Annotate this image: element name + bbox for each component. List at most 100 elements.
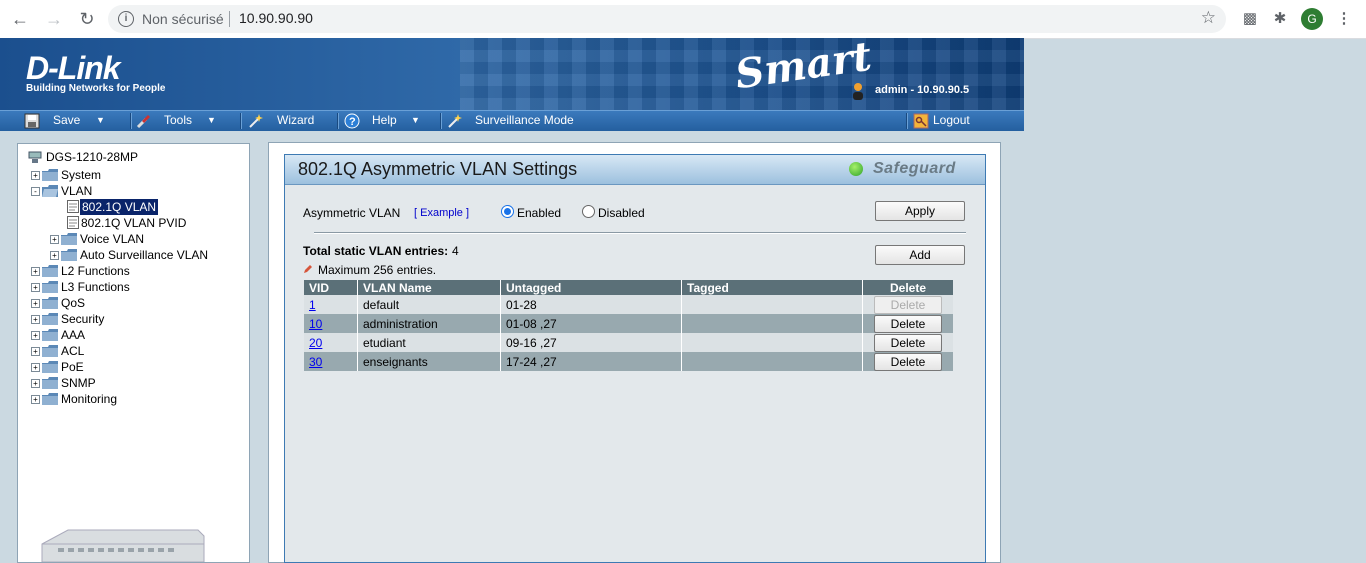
chevron-down-icon: ▼ <box>207 115 216 125</box>
tree-item-label: 802.1Q VLAN <box>80 199 159 215</box>
delete-button[interactable]: Delete <box>874 314 942 333</box>
main-menubar: Save ▼ Tools ▼ Wizard ? Help ▼ Surveilla… <box>0 110 1024 131</box>
expand-plus-icon[interactable]: + <box>31 379 40 388</box>
column-header-tagged: Tagged <box>681 280 863 295</box>
delete-button[interactable]: Delete <box>874 352 942 371</box>
menu-divider <box>337 113 339 129</box>
vid-link[interactable]: 1 <box>309 298 316 312</box>
expand-plus-icon[interactable]: + <box>31 171 40 180</box>
save-label: Save <box>53 113 81 127</box>
untagged-cell: 01-28 <box>500 295 682 314</box>
folder-icon <box>42 313 58 325</box>
tagged-cell <box>681 352 863 371</box>
reload-icon[interactable]: ↻ <box>76 8 98 30</box>
table-row: 10 administration 01-08 ,27 Delete <box>304 314 953 333</box>
surveillance-mode-menu[interactable]: Surveillance Mode <box>446 111 586 131</box>
forward-arrow-icon[interactable]: → <box>43 8 65 30</box>
folder-icon <box>61 233 77 245</box>
expand-plus-icon[interactable]: + <box>31 267 40 276</box>
tree-item-label: Security <box>61 312 105 326</box>
wizard-wand-icon <box>249 114 263 128</box>
example-link[interactable]: [ Example ] <box>414 207 469 219</box>
tree-root-label: DGS-1210-28MP <box>46 150 139 164</box>
expand-plus-icon[interactable]: + <box>50 235 59 244</box>
url-text[interactable]: 10.90.90.90 <box>239 10 313 26</box>
tagged-cell <box>681 314 863 333</box>
kebab-menu-icon[interactable]: ⋮ <box>1334 9 1354 29</box>
vid-link[interactable]: 20 <box>309 336 322 350</box>
safeguard-status-icon <box>849 162 863 176</box>
folder-icon <box>61 249 77 261</box>
collapse-minus-icon[interactable]: - <box>31 187 40 196</box>
page-title: 802.1Q Asymmetric VLAN Settings <box>298 159 578 179</box>
admin-session: admin - 10.90.90.5 <box>875 84 970 96</box>
vid-cell: 20 <box>304 333 358 352</box>
folder-icon <box>42 281 58 293</box>
vlan-name-cell: administration <box>357 314 501 333</box>
help-menu[interactable]: ? Help ▼ <box>344 111 434 131</box>
document-icon <box>67 216 79 229</box>
chevron-down-icon: ▼ <box>411 115 420 125</box>
delete-button[interactable]: Delete <box>874 333 942 352</box>
enabled-radio[interactable] <box>501 205 514 218</box>
divider <box>314 232 966 234</box>
tree-item-label: L3 Functions <box>61 280 130 294</box>
help-icon: ? <box>344 113 360 129</box>
tree-item-label: Auto Surveillance VLAN <box>80 248 209 262</box>
extension-badge-icon[interactable]: ▩ <box>1240 9 1260 29</box>
tagged-cell <box>681 295 863 314</box>
dlink-logo: D-Link Building Networks for People <box>22 50 170 102</box>
expand-plus-icon[interactable]: + <box>31 283 40 292</box>
expand-plus-icon[interactable]: + <box>31 331 40 340</box>
logout-menu[interactable]: Logout <box>913 111 983 131</box>
expand-plus-icon[interactable]: + <box>31 299 40 308</box>
folder-icon <box>42 345 58 357</box>
help-label: Help <box>372 113 397 127</box>
profile-avatar[interactable]: G <box>1301 8 1323 30</box>
save-menu[interactable]: Save ▼ <box>24 111 114 131</box>
folder-icon <box>42 393 58 405</box>
folder-icon <box>42 361 58 373</box>
expand-plus-icon[interactable]: + <box>50 251 59 260</box>
address-bar[interactable]: i Non sécurisé 10.90.90.90 ☆ <box>108 5 1226 33</box>
user-icon <box>853 83 863 100</box>
wizard-menu[interactable]: Wizard <box>247 111 327 131</box>
info-icon[interactable]: i <box>118 11 134 27</box>
security-label: Non sécurisé <box>142 11 224 27</box>
surveillance-label: Surveillance Mode <box>475 113 574 127</box>
tools-icon <box>136 115 150 129</box>
menu-divider <box>130 113 132 129</box>
column-header-vlan-name: VLAN Name <box>357 280 501 295</box>
folder-open-icon <box>42 185 58 197</box>
vid-link[interactable]: 30 <box>309 355 322 369</box>
expand-plus-icon[interactable]: + <box>31 395 40 404</box>
delete-cell: Delete <box>862 295 953 314</box>
apply-button[interactable]: Apply <box>875 201 965 221</box>
tree-item-label: System <box>61 168 102 182</box>
untagged-cell: 17-24 ,27 <box>500 352 682 371</box>
bookmark-star-icon[interactable]: ☆ <box>1201 8 1216 28</box>
tools-menu[interactable]: Tools ▼ <box>136 111 226 131</box>
tree-item-label: VLAN <box>61 184 93 198</box>
delete-button: Delete <box>874 295 942 314</box>
expand-plus-icon[interactable]: + <box>31 363 40 372</box>
back-arrow-icon[interactable]: ← <box>9 8 31 30</box>
vlan-name-cell: etudiant <box>357 333 501 352</box>
brand-slogan: Building Networks for People <box>26 83 166 94</box>
add-button[interactable]: Add <box>875 245 965 265</box>
max-entries-note: Maximum 256 entries. <box>318 263 437 277</box>
disabled-radio[interactable] <box>582 205 595 218</box>
vid-link[interactable]: 10 <box>309 317 322 331</box>
table-header-row: VID VLAN Name Untagged Tagged Delete <box>304 280 953 295</box>
puzzle-extensions-icon[interactable]: ✱ <box>1270 9 1290 29</box>
expand-plus-icon[interactable]: + <box>31 315 40 324</box>
safeguard-label: Safeguard <box>873 160 956 177</box>
menu-divider <box>440 113 442 129</box>
folder-icon <box>42 297 58 309</box>
vlan-settings-panel: 802.1Q Asymmetric VLAN Settings Safeguar… <box>284 154 986 563</box>
tree-item-label: PoE <box>61 360 84 374</box>
chevron-down-icon: ▼ <box>96 115 105 125</box>
expand-plus-icon[interactable]: + <box>31 347 40 356</box>
tagged-cell <box>681 333 863 352</box>
tree-item-label: L2 Functions <box>61 264 130 278</box>
